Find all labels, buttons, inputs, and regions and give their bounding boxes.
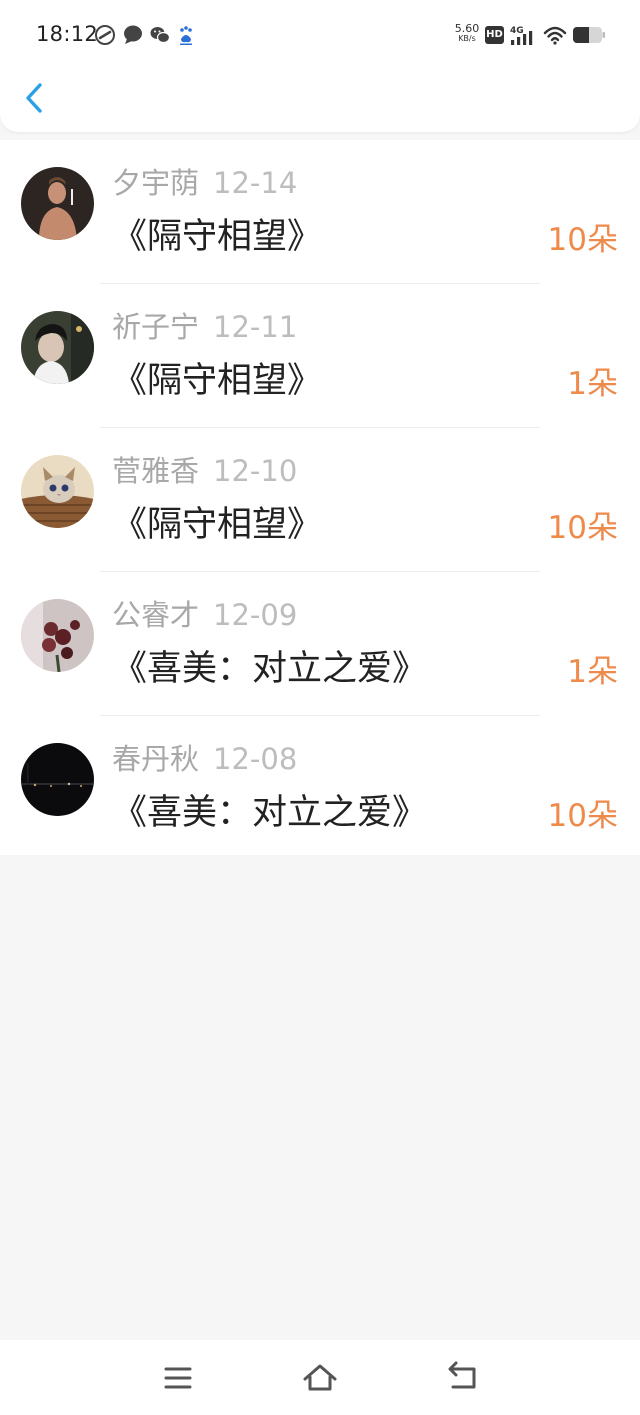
menu-button[interactable] [158,1358,198,1398]
cellular-signal-icon: 4G [510,26,533,45]
chevron-left-icon [26,83,42,113]
sender-name: 公睿才 [112,598,200,632]
avatar-photo [21,599,94,672]
list-item[interactable]: 公睿才 12-09 《喜美：对立之爱》 1朵 [0,572,640,716]
sync-icon [95,25,115,45]
baidu-icon [180,26,192,45]
back-arrow-icon [448,1361,476,1389]
list-item[interactable]: 夕宇荫 12-14 《隔守相望》 10朵 [0,140,640,284]
work-title[interactable]: 《隔守相望》 [112,496,322,547]
message-icon [124,25,142,44]
hd-badge: HD [485,26,504,44]
sender-name: 祈子宁 [112,310,200,344]
net-speed-value: 5.60 [454,22,480,35]
item-meta: 夕宇荫 12-14 [112,160,297,200]
list-item[interactable]: 春丹秋 12-08 《喜美：对立之爱》 10朵 [0,716,640,860]
item-meta: 春丹秋 12-08 [112,736,297,776]
item-date: 12-14 [213,166,298,200]
sender-name: 夕宇荫 [112,166,200,200]
avatar[interactable] [21,599,94,672]
flower-amount: 10朵 [547,222,618,258]
flower-amount: 10朵 [547,510,618,546]
flower-amount: 10朵 [547,798,618,834]
back-button[interactable] [18,76,58,120]
avatar[interactable] [21,311,94,384]
network-label: 4G [510,26,524,36]
sender-name: 春丹秋 [112,742,200,776]
wechat-icon [150,27,171,44]
list-item[interactable]: 祈子宁 12-11 《隔守相望》 1朵 [0,284,640,428]
status-bar: 18:12 5.60 KB/s HD 4G [0,0,640,70]
home-button[interactable] [300,1358,340,1398]
flower-amount: 1朵 [567,366,618,402]
item-meta: 祈子宁 12-11 [112,304,297,344]
avatar[interactable] [21,455,94,528]
work-title[interactable]: 《喜美：对立之爱》 [112,640,427,691]
flower-amount: 1朵 [567,654,618,690]
system-nav-bar [0,1340,640,1415]
list-item[interactable]: 菅雅香 12-10 《隔守相望》 10朵 [0,428,640,572]
avatar-photo [21,311,94,384]
avatar-photo [21,167,94,240]
item-date: 12-08 [213,742,298,776]
wifi-icon [543,26,567,45]
sender-name: 菅雅香 [112,454,200,488]
battery-icon [573,27,605,43]
avatar-photo [21,743,94,816]
item-meta: 公睿才 12-09 [112,592,297,632]
net-speed-unit: KB/s [458,34,476,43]
work-title[interactable]: 《隔守相望》 [112,352,322,403]
status-time: 18:12 [36,22,99,46]
item-date: 12-11 [213,310,298,344]
gift-record-list: 夕宇荫 12-14 《隔守相望》 10朵 祈子宁 12-11 《隔守相望》 1朵 [0,140,640,855]
network-speed: 5.60 KB/s [454,22,480,44]
item-date: 12-10 [213,454,298,488]
menu-icon [164,1367,192,1389]
avatar[interactable] [21,167,94,240]
avatar-photo [21,455,94,528]
item-date: 12-09 [213,598,298,632]
work-title[interactable]: 《喜美：对立之爱》 [112,784,427,835]
back-nav-button[interactable] [443,1358,483,1398]
top-bar: 18:12 5.60 KB/s HD 4G [0,0,640,132]
work-title[interactable]: 《隔守相望》 [112,208,322,259]
avatar[interactable] [21,743,94,816]
home-icon [303,1364,337,1391]
item-meta: 菅雅香 12-10 [112,448,297,488]
